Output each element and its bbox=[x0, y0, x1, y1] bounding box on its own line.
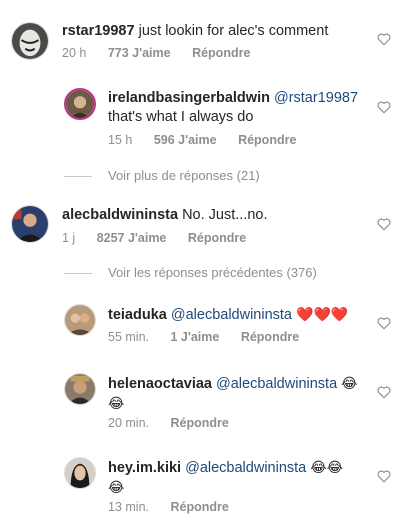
timestamp[interactable]: 20 min. bbox=[108, 416, 149, 430]
timestamp[interactable]: 15 h bbox=[108, 133, 132, 147]
heart-icon[interactable] bbox=[377, 317, 391, 330]
comment-text: helenaoctaviaa @alecbaldwininsta 😂 😂 bbox=[108, 374, 370, 414]
comment-text: rstar19987 just lookin for alec's commen… bbox=[62, 22, 328, 41]
avatar[interactable] bbox=[64, 88, 96, 120]
likes-count[interactable]: 1 J'aime bbox=[170, 330, 219, 344]
username[interactable]: alecbaldwininsta bbox=[62, 207, 178, 223]
mention-link[interactable]: @alecbaldwininsta bbox=[185, 460, 306, 476]
timestamp[interactable]: 13 min. bbox=[108, 500, 149, 514]
reply-button[interactable]: Répondre bbox=[170, 500, 228, 514]
likes-count[interactable]: 773 J'aime bbox=[108, 46, 171, 60]
heart-icon[interactable] bbox=[377, 33, 391, 46]
timestamp[interactable]: 55 min. bbox=[108, 330, 149, 344]
mention-link[interactable]: @alecbaldwininsta bbox=[216, 376, 337, 392]
username[interactable]: helenaoctaviaa bbox=[108, 376, 212, 392]
mention-link[interactable]: @alecbaldwininsta bbox=[171, 307, 292, 323]
reply-button[interactable]: Répondre bbox=[188, 231, 246, 245]
laughing-emoji: 😂😂 bbox=[310, 459, 343, 475]
comment-text: alecbaldwininsta No. Just...no. bbox=[62, 206, 268, 225]
reply-button[interactable]: Répondre bbox=[238, 133, 296, 147]
comment-body: No. Just...no. bbox=[182, 207, 268, 223]
likes-count[interactable]: 596 J'aime bbox=[154, 133, 217, 147]
avatar[interactable] bbox=[11, 22, 49, 60]
avatar[interactable] bbox=[64, 304, 96, 336]
laughing-emoji: 😂 bbox=[108, 479, 125, 495]
laughing-emoji: 😂 bbox=[108, 395, 125, 411]
heart-icon[interactable] bbox=[377, 101, 391, 114]
likes-count[interactable]: 8257 J'aime bbox=[97, 231, 167, 245]
comment-body: that's what I always do bbox=[108, 109, 254, 125]
reply-button[interactable]: Répondre bbox=[170, 416, 228, 430]
comment-body: just lookin for alec's comment bbox=[138, 23, 329, 39]
username[interactable]: hey.im.kiki bbox=[108, 460, 181, 476]
divider bbox=[64, 273, 92, 274]
reply-button[interactable]: Répondre bbox=[241, 330, 299, 344]
heart-icon[interactable] bbox=[377, 386, 391, 399]
avatar[interactable] bbox=[11, 205, 49, 243]
comment-meta: 13 min. Répondre bbox=[108, 500, 247, 514]
comment-meta: 20 min. Répondre bbox=[108, 416, 247, 430]
comment-meta: 55 min. 1 J'aime Répondre bbox=[108, 330, 317, 344]
comment-meta: 15 h 596 J'aime Répondre bbox=[108, 133, 314, 147]
username[interactable]: irelandbasingerbaldwin bbox=[108, 90, 270, 106]
mention-link[interactable]: @rstar19987 bbox=[274, 90, 358, 106]
view-previous-replies-link[interactable]: Voir les réponses précédentes (376) bbox=[108, 265, 317, 280]
comment-text: hey.im.kiki @alecbaldwininsta 😂😂 😂 bbox=[108, 458, 370, 498]
username[interactable]: teiaduka bbox=[108, 307, 167, 323]
comment-text: teiaduka @alecbaldwininsta ❤️❤️❤️ bbox=[108, 305, 348, 325]
reply-button[interactable]: Répondre bbox=[192, 46, 250, 60]
divider bbox=[64, 176, 92, 177]
heart-icon[interactable] bbox=[377, 218, 391, 231]
avatar[interactable] bbox=[64, 457, 96, 489]
avatar[interactable] bbox=[64, 373, 96, 405]
username[interactable]: rstar19987 bbox=[62, 23, 135, 39]
view-more-replies-link[interactable]: Voir plus de réponses (21) bbox=[108, 168, 260, 183]
timestamp[interactable]: 20 h bbox=[62, 46, 86, 60]
hearts-emoji: ❤️❤️❤️ bbox=[296, 306, 349, 322]
comment-meta: 1 j 8257 J'aime Répondre bbox=[62, 231, 264, 245]
comment-meta: 20 h 773 J'aime Répondre bbox=[62, 46, 268, 60]
heart-icon[interactable] bbox=[377, 470, 391, 483]
timestamp[interactable]: 1 j bbox=[62, 231, 75, 245]
comment-text: irelandbasingerbaldwin @rstar19987 that'… bbox=[108, 89, 370, 127]
laughing-emoji: 😂 bbox=[341, 375, 358, 391]
